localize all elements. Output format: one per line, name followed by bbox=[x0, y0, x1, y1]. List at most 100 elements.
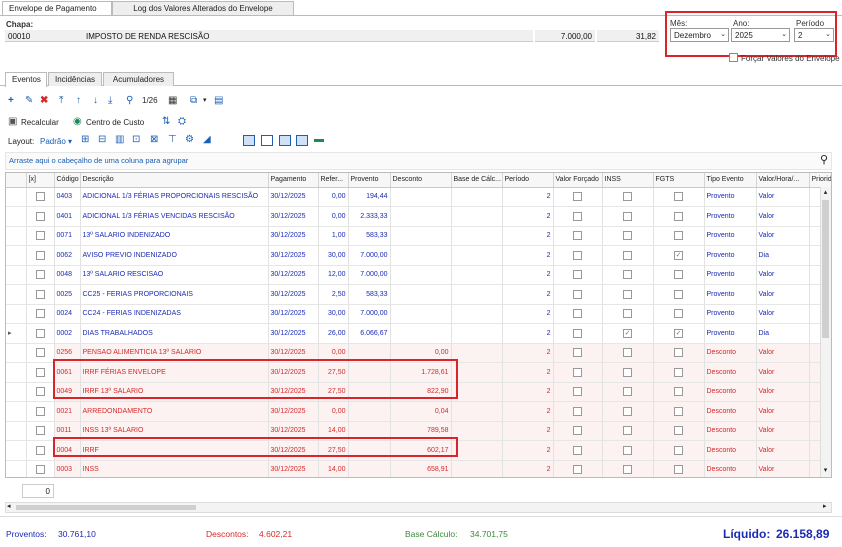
row-select-cell[interactable] bbox=[26, 401, 55, 422]
inss-checkbox[interactable] bbox=[623, 465, 632, 475]
search-icon[interactable]: ⚲ bbox=[126, 96, 133, 106]
inss-checkbox[interactable] bbox=[623, 387, 632, 397]
search-icon[interactable]: ⚲ bbox=[820, 153, 828, 166]
row-select-checkbox[interactable] bbox=[35, 426, 45, 436]
highlight-icon[interactable]: ▬ bbox=[314, 135, 324, 145]
valor-forcado-checkbox[interactable] bbox=[573, 231, 582, 241]
fgts-cell[interactable]: ✓ bbox=[653, 323, 705, 344]
pin-icon[interactable]: ⊤ bbox=[168, 135, 177, 145]
fgts-cell[interactable] bbox=[653, 421, 705, 441]
row-select-cell[interactable] bbox=[26, 362, 55, 383]
fgts-checkbox[interactable] bbox=[674, 367, 683, 377]
view-mode-1-icon[interactable] bbox=[243, 135, 255, 146]
fgts-cell[interactable] bbox=[653, 304, 705, 324]
valor-forcado-cell[interactable] bbox=[553, 304, 603, 324]
row-select-cell[interactable] bbox=[26, 382, 55, 402]
valor-forcado-checkbox[interactable] bbox=[573, 445, 582, 455]
move-top-icon[interactable]: ⤒ bbox=[59, 96, 63, 106]
valor-forcado-checkbox[interactable] bbox=[573, 328, 582, 338]
fgts-cell[interactable] bbox=[653, 343, 705, 363]
inss-checkbox[interactable]: ✓ bbox=[623, 328, 632, 338]
table-row[interactable]: 0003 INSS 30/12/2025 14,00 658,91 2 Desconto Va… bbox=[6, 460, 831, 477]
inss-checkbox[interactable] bbox=[623, 426, 632, 436]
valor-forcado-cell[interactable] bbox=[553, 343, 603, 363]
columns-icon[interactable]: ▥ bbox=[115, 135, 124, 145]
row-select-checkbox[interactable] bbox=[35, 270, 45, 280]
report-icon[interactable]: ▤ bbox=[214, 96, 223, 106]
chevron-down-icon[interactable]: ▾ bbox=[203, 96, 207, 106]
column-header[interactable]: Valor/Hora/... bbox=[756, 173, 810, 188]
valor-forcado-cell[interactable] bbox=[553, 245, 603, 266]
valor-forcado-cell[interactable] bbox=[553, 421, 603, 441]
fgts-checkbox[interactable] bbox=[674, 348, 683, 358]
valor-forcado-checkbox[interactable] bbox=[573, 309, 582, 319]
row-select-cell[interactable] bbox=[26, 323, 55, 344]
tab-log-valores[interactable]: Log dos Valores Alterados do Envelope bbox=[112, 1, 294, 15]
fgts-checkbox[interactable] bbox=[674, 289, 683, 299]
periodo-select[interactable]: 2 ⌄ bbox=[794, 28, 834, 42]
valor-forcado-checkbox[interactable] bbox=[573, 250, 582, 260]
row-select-cell[interactable] bbox=[26, 343, 55, 363]
table-row[interactable]: 0025 CC25 - FERIAS PROPORCIONAIS 30/12/202… bbox=[6, 284, 831, 305]
inss-checkbox[interactable] bbox=[623, 270, 632, 280]
fgts-checkbox[interactable] bbox=[674, 387, 683, 397]
chart-icon[interactable]: ◢ bbox=[203, 135, 211, 145]
valor-forcado-cell[interactable] bbox=[553, 362, 603, 383]
row-select-cell[interactable] bbox=[26, 304, 55, 324]
fgts-cell[interactable]: ✓ bbox=[653, 245, 705, 266]
person-icon[interactable]: ⛭ bbox=[178, 117, 186, 127]
scroll-right-icon[interactable]: ▸ bbox=[823, 502, 827, 510]
table-row[interactable]: 0403 ADICIONAL 1/3 FÉRIAS PROPORCIONAIS R… bbox=[6, 187, 831, 207]
inss-cell[interactable] bbox=[602, 245, 654, 266]
row-select-cell[interactable] bbox=[26, 265, 55, 285]
column-header[interactable]: [x] bbox=[26, 173, 55, 188]
column-header[interactable]: Base de Cálc... bbox=[451, 173, 503, 188]
inss-cell[interactable]: ✓ bbox=[602, 323, 654, 344]
inss-checkbox[interactable] bbox=[623, 309, 632, 319]
inss-checkbox[interactable] bbox=[623, 367, 632, 377]
inss-cell[interactable] bbox=[602, 343, 654, 363]
forcar-valores-checkbox[interactable] bbox=[729, 53, 738, 62]
valor-forcado-checkbox[interactable] bbox=[573, 211, 582, 221]
row-select-checkbox[interactable] bbox=[35, 309, 45, 319]
valor-forcado-checkbox[interactable] bbox=[573, 387, 582, 397]
column-header[interactable]: Código bbox=[54, 173, 81, 188]
row-select-checkbox[interactable] bbox=[35, 367, 45, 377]
row-select-cell[interactable] bbox=[26, 245, 55, 266]
valor-forcado-cell[interactable] bbox=[553, 284, 603, 305]
view-mode-3-icon[interactable] bbox=[279, 135, 291, 146]
inss-checkbox[interactable] bbox=[623, 445, 632, 455]
inss-checkbox[interactable] bbox=[623, 211, 632, 221]
valor-forcado-cell[interactable] bbox=[553, 226, 603, 246]
fgts-cell[interactable] bbox=[653, 265, 705, 285]
expand-icon[interactable]: ⊞ bbox=[81, 135, 89, 145]
inss-cell[interactable] bbox=[602, 362, 654, 383]
inss-cell[interactable] bbox=[602, 226, 654, 246]
fgts-checkbox[interactable] bbox=[674, 426, 683, 436]
row-select-checkbox[interactable] bbox=[35, 250, 45, 260]
valor-forcado-cell[interactable] bbox=[553, 265, 603, 285]
valor-forcado-cell[interactable] bbox=[553, 187, 603, 207]
valor-forcado-checkbox[interactable] bbox=[573, 192, 582, 202]
table-row[interactable]: ▸ 0002 DIAS TRABALHADOS 30/12/2025 26,00 6.06… bbox=[6, 323, 831, 344]
collapse-icon[interactable]: ⊟ bbox=[98, 135, 106, 145]
inss-checkbox[interactable] bbox=[623, 348, 632, 358]
export-icon[interactable]: ⧉ bbox=[190, 96, 197, 106]
row-select-checkbox[interactable] bbox=[35, 445, 45, 455]
inss-checkbox[interactable] bbox=[623, 192, 632, 202]
valor-forcado-cell[interactable] bbox=[553, 323, 603, 344]
inss-cell[interactable] bbox=[602, 265, 654, 285]
row-select-cell[interactable] bbox=[26, 206, 55, 227]
fgts-checkbox[interactable] bbox=[674, 309, 683, 319]
fgts-checkbox[interactable]: ✓ bbox=[674, 328, 683, 338]
move-down-icon[interactable]: ↓ bbox=[93, 96, 98, 106]
column-header[interactable]: Provento bbox=[348, 173, 391, 188]
group-icon[interactable]: ⊡ bbox=[132, 135, 140, 145]
valor-forcado-checkbox[interactable] bbox=[573, 426, 582, 436]
inss-cell[interactable] bbox=[602, 401, 654, 422]
valor-forcado-checkbox[interactable] bbox=[573, 367, 582, 377]
delete-icon[interactable]: ✖ bbox=[40, 96, 48, 106]
fgts-checkbox[interactable] bbox=[674, 231, 683, 241]
row-select-checkbox[interactable] bbox=[35, 348, 45, 358]
settings-icon[interactable]: ⚙ bbox=[185, 135, 194, 145]
